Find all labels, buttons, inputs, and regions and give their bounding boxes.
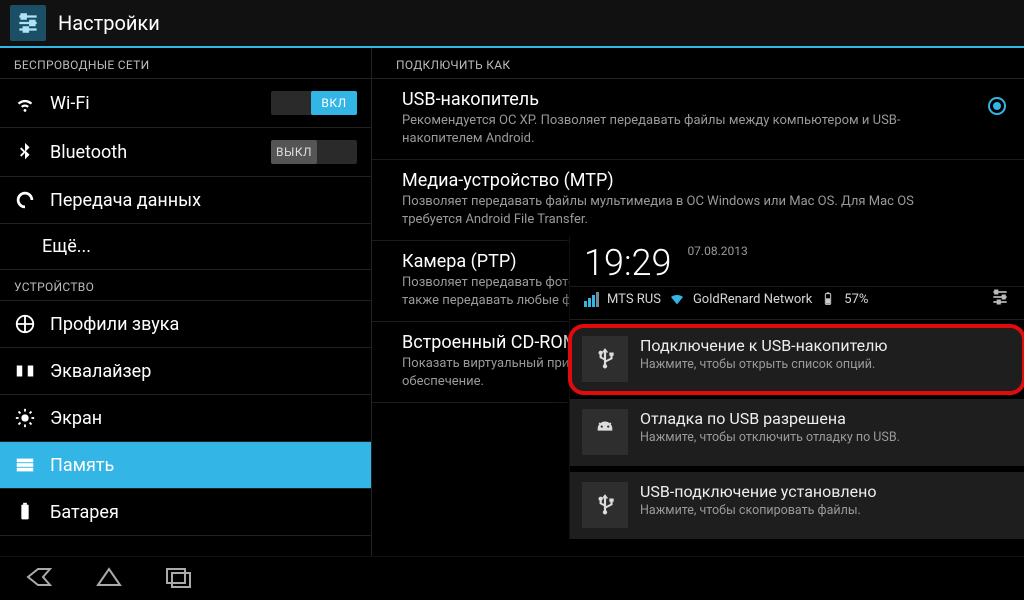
display-icon xyxy=(14,407,36,429)
notification-title: USB-подключение установлено xyxy=(640,482,876,501)
sidebar-item-display[interactable]: Экран xyxy=(0,395,371,442)
wifi-toggle[interactable]: ВКЛ xyxy=(271,91,357,115)
sound-profiles-icon xyxy=(14,313,36,335)
carrier-label: MTS RUS xyxy=(607,292,661,307)
system-navbar xyxy=(0,556,1024,600)
sidebar-item-label: Профили звука xyxy=(50,314,357,335)
option-usb-mass-storage[interactable]: USB-накопитель Рекомендуется ОС XP. Позв… xyxy=(372,79,1024,160)
option-title: USB-накопитель xyxy=(402,89,976,110)
sidebar-item-more[interactable]: Ещё... xyxy=(0,224,371,270)
battery-icon xyxy=(14,501,36,523)
radio-icon xyxy=(988,97,1006,115)
shade-status-row: 19:29 07.08.2013 xyxy=(570,236,1024,287)
section-header-wireless: БЕСПРОВОДНЫЕ СЕТИ xyxy=(0,48,371,79)
section-header-connect-as: ПОДКЛЮЧИТЬ КАК xyxy=(372,48,1024,79)
sidebar-item-storage[interactable]: Память xyxy=(0,442,371,489)
battery-status-icon xyxy=(820,291,836,307)
sidebar-item-label: Экран xyxy=(50,408,357,429)
cell-signal-icon xyxy=(584,292,599,307)
nav-home-button[interactable] xyxy=(94,566,124,592)
sidebar-item-equalizer[interactable]: Эквалайзер xyxy=(0,348,371,395)
sidebar-item-sound[interactable]: Профили звука xyxy=(0,301,371,348)
notification-desc: Нажмите, чтобы отключить отладку по USB. xyxy=(640,430,900,445)
sidebar-item-battery[interactable]: Батарея xyxy=(0,489,371,536)
action-bar: Настройки xyxy=(0,0,1024,48)
android-icon xyxy=(582,409,628,455)
option-title: Медиа-устройство (MTP) xyxy=(402,170,1006,191)
quick-settings-button[interactable] xyxy=(990,287,1010,311)
notification-desc: Нажмите, чтобы открыть список опций. xyxy=(640,357,887,372)
notification-adb[interactable]: Отладка по USB разрешена Нажмите, чтобы … xyxy=(570,399,1024,466)
notification-usb-storage[interactable]: Подключение к USB-накопителю Нажмите, чт… xyxy=(570,326,1024,393)
sidebar-item-label: Bluetooth xyxy=(50,142,257,163)
usb-icon xyxy=(582,336,628,382)
option-mtp[interactable]: Медиа-устройство (MTP) Позволяет передав… xyxy=(372,160,1024,241)
sidebar-item-datausage[interactable]: Передача данных xyxy=(0,177,371,224)
nav-back-button[interactable] xyxy=(24,566,54,592)
wifi-signal-icon xyxy=(669,291,685,307)
sidebar-item-label: Wi-Fi xyxy=(50,93,257,114)
settings-app-icon xyxy=(10,5,46,41)
sidebar-item-label: Память xyxy=(50,455,357,476)
status-time: 19:29 xyxy=(584,242,671,284)
page-title: Настройки xyxy=(58,11,160,35)
settings-sidebar: БЕСПРОВОДНЫЕ СЕТИ Wi-Fi ВКЛ Bluetooth ВЫ… xyxy=(0,48,372,556)
content-pane: ПОДКЛЮЧИТЬ КАК USB-накопитель Рекомендуе… xyxy=(372,48,1024,556)
notification-usb-connected[interactable]: USB-подключение установлено Нажмите, что… xyxy=(570,472,1024,539)
status-date: 07.08.2013 xyxy=(687,244,747,258)
storage-icon xyxy=(14,454,36,476)
sidebar-item-label: Передача данных xyxy=(50,190,357,211)
sidebar-item-wifi[interactable]: Wi-Fi ВКЛ xyxy=(0,79,371,128)
usb-icon xyxy=(582,482,628,528)
sidebar-item-label: Батарея xyxy=(50,502,357,523)
wifi-network-label: GoldRenard Network xyxy=(693,292,812,307)
wifi-icon xyxy=(14,92,36,114)
battery-pct-label: 57% xyxy=(844,292,868,307)
section-header-device: УСТРОЙСТВО xyxy=(0,270,371,301)
option-desc: Позволяет передавать файлы мультимедиа в… xyxy=(402,193,932,228)
notification-title: Отладка по USB разрешена xyxy=(640,409,900,428)
bluetooth-icon xyxy=(14,141,36,163)
data-usage-icon xyxy=(14,189,36,211)
bluetooth-toggle[interactable]: ВЫКЛ xyxy=(271,140,357,164)
shade-status-icons: MTS RUS GoldRenard Network 57% xyxy=(570,287,1024,320)
sidebar-item-bluetooth[interactable]: Bluetooth ВЫКЛ xyxy=(0,128,371,177)
equalizer-icon xyxy=(14,360,36,382)
nav-recents-button[interactable] xyxy=(164,566,194,592)
notification-desc: Нажмите, чтобы скопировать файлы. xyxy=(640,503,876,518)
sidebar-item-label: Ещё... xyxy=(42,236,357,257)
notification-shade: 19:29 07.08.2013 MTS RUS GoldRenard Netw… xyxy=(569,236,1024,539)
option-desc: Рекомендуется ОС XP. Позволяет передават… xyxy=(402,112,932,147)
sidebar-item-label: Эквалайзер xyxy=(50,361,357,382)
notification-title: Подключение к USB-накопителю xyxy=(640,336,887,355)
